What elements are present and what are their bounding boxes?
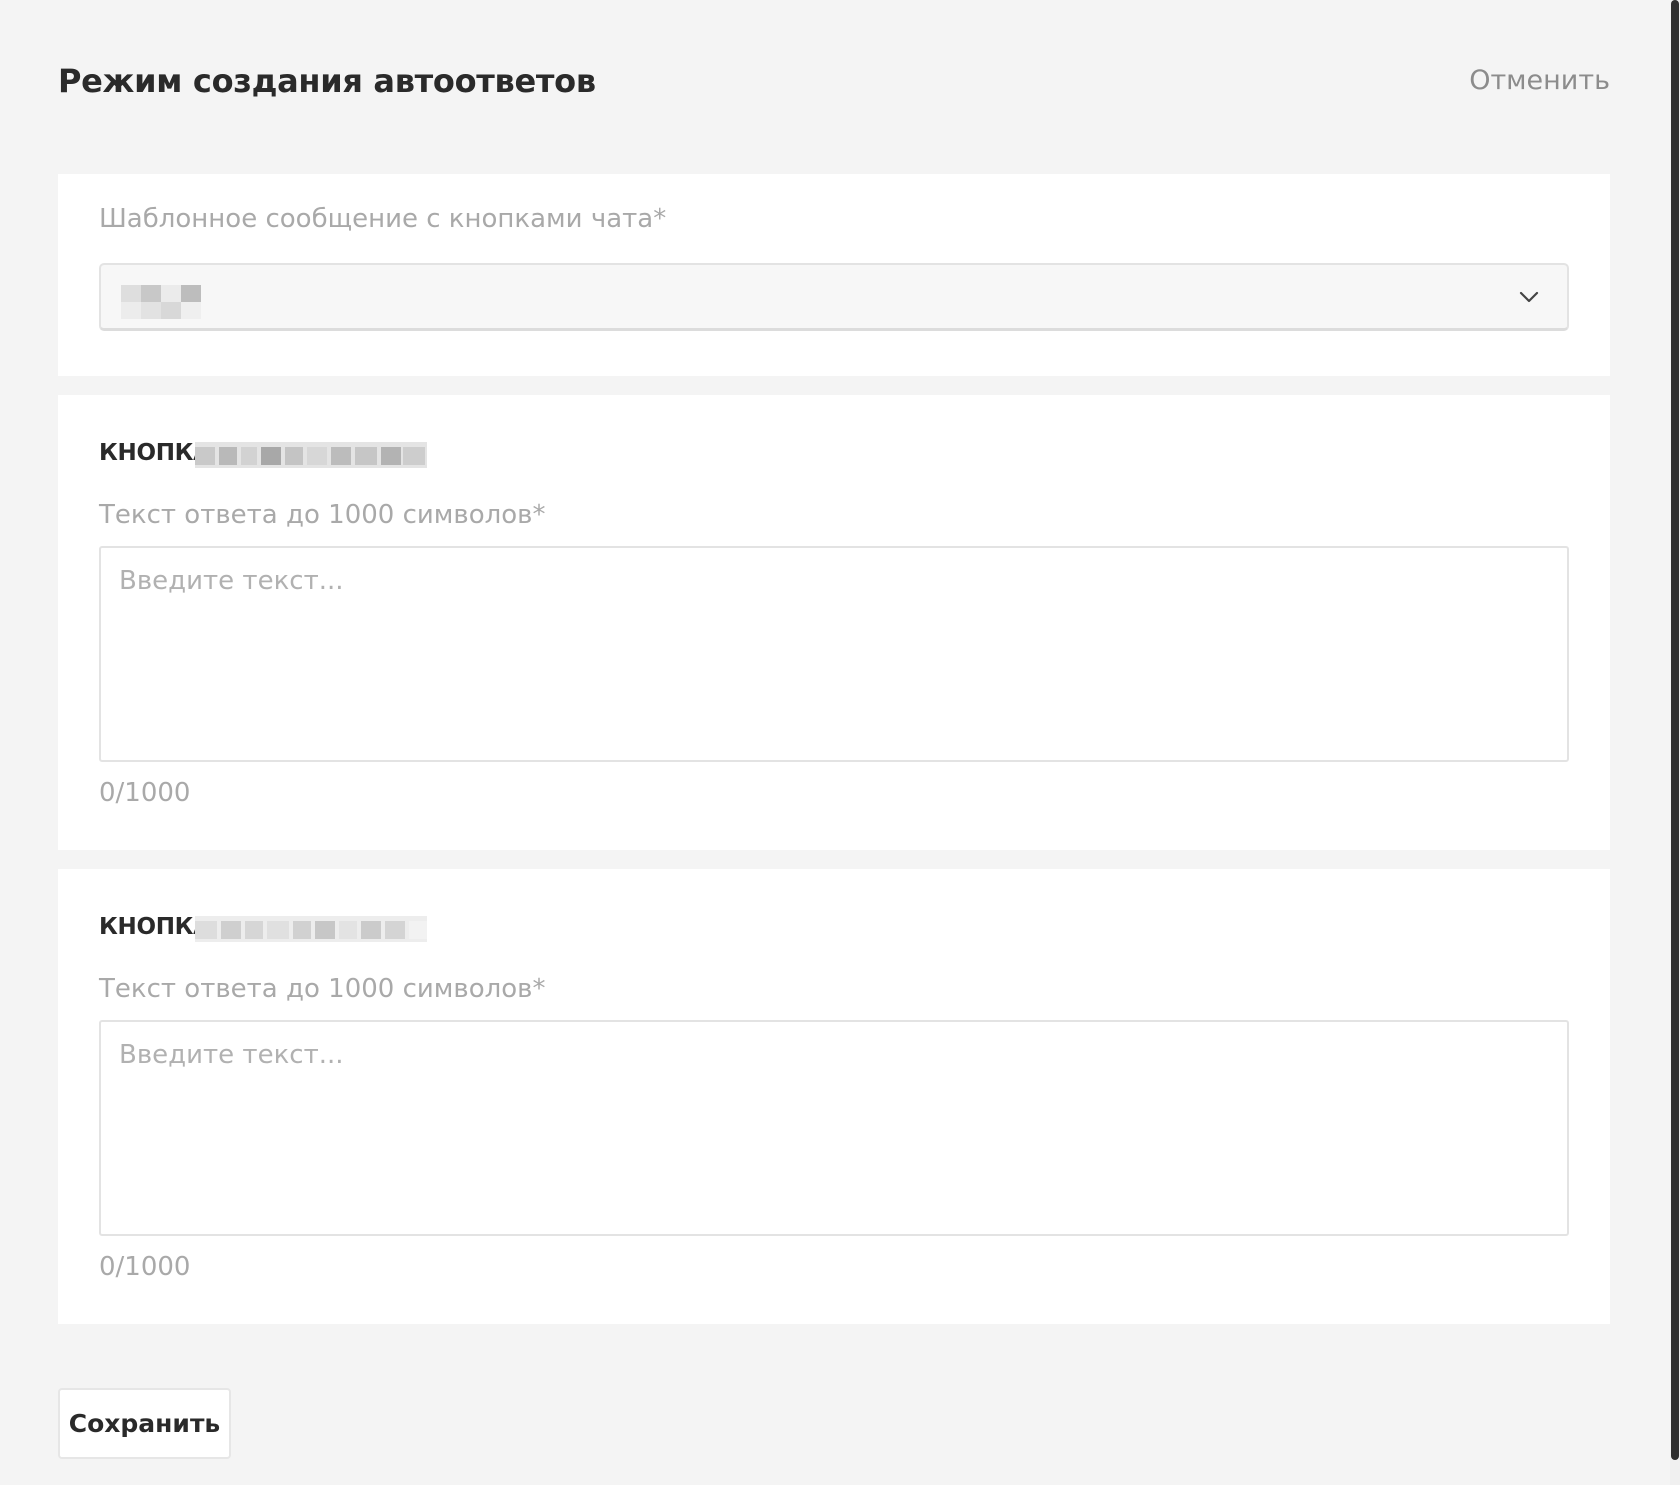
chevron-down-icon[interactable] [1517, 285, 1541, 309]
template-select-card: Шаблонное сообщение с кнопками чата* [58, 174, 1610, 376]
autoreply-editor-page: Режим создания автоответов Отменить Шабл… [0, 0, 1670, 1485]
character-counter: 0/1000 [99, 1252, 191, 1282]
button-card: КНОПКА Текст ответа до 1000 символов* 0/… [58, 869, 1610, 1324]
button-title-prefix: КНОПКА [99, 440, 211, 466]
cancel-link[interactable]: Отменить [1469, 65, 1610, 96]
response-text-input[interactable] [99, 546, 1569, 762]
response-text-label: Текст ответа до 1000 символов* [99, 974, 546, 1004]
button-title-prefix: КНОПКА [99, 914, 211, 940]
save-button[interactable]: Сохранить [58, 1388, 231, 1459]
button-card: КНОПКА Текст ответа до 1000 символов* 0/… [58, 395, 1610, 850]
template-select-label: Шаблонное сообщение с кнопками чата* [99, 204, 667, 234]
redacted-button-name [195, 442, 427, 468]
response-text-input[interactable] [99, 1020, 1569, 1236]
scrollbar-thumb[interactable] [1671, 0, 1679, 1460]
response-text-label: Текст ответа до 1000 символов* [99, 500, 546, 530]
redacted-button-name [195, 916, 427, 942]
page-title: Режим создания автоответов [58, 62, 596, 100]
character-counter: 0/1000 [99, 778, 191, 808]
page-header: Режим создания автоответов Отменить [58, 62, 1610, 112]
redacted-select-value [121, 285, 201, 319]
template-select[interactable] [99, 263, 1569, 331]
